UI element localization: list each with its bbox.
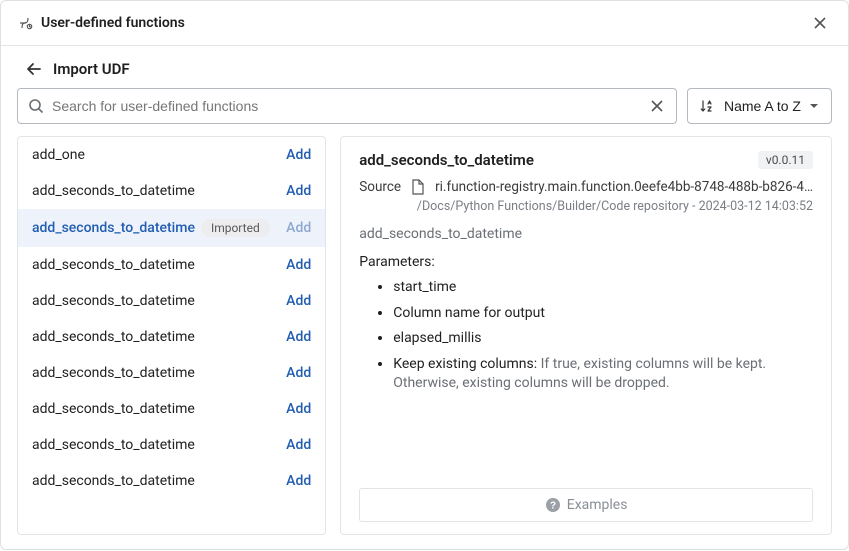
source-meta: /Docs/Python Functions/Builder/Code repo…: [359, 199, 813, 214]
dialog-header: User-defined functions: [1, 1, 848, 46]
subheader: Import UDF: [1, 46, 848, 88]
list-item-name: add_seconds_to_datetime: [32, 437, 195, 453]
add-button[interactable]: Add: [286, 437, 311, 453]
sort-alpha-icon: [700, 98, 716, 114]
dialog-title: User-defined functions: [41, 15, 185, 31]
add-button[interactable]: Add: [286, 293, 311, 309]
list-item[interactable]: add_one Add: [18, 137, 325, 173]
list-item-name: add_seconds_to_datetime: [32, 183, 195, 199]
list-item[interactable]: add_seconds_to_datetime Add: [18, 427, 325, 463]
examples-label: Examples: [567, 497, 628, 513]
file-icon: [411, 179, 425, 195]
param-item: start_time: [393, 278, 813, 298]
svg-text:?: ?: [550, 501, 556, 512]
list-item[interactable]: add_seconds_to_datetime Add: [18, 247, 325, 283]
detail-subname: add_seconds_to_datetime: [359, 226, 813, 242]
param-item: Keep existing columns: If true, existing…: [393, 355, 813, 394]
add-button[interactable]: Add: [286, 473, 311, 489]
list-item[interactable]: add_seconds_to_datetime Imported Add: [18, 209, 325, 247]
source-row: Source ri.function-registry.main.functio…: [359, 179, 813, 195]
list-item-name: add_seconds_to_datetime: [32, 257, 195, 273]
controls-row: Name A to Z: [1, 88, 848, 136]
back-arrow-icon[interactable]: [25, 60, 43, 78]
list-item[interactable]: add_seconds_to_datetime Add: [18, 355, 325, 391]
source-uri: ri.function-registry.main.function.0eefe…: [435, 179, 813, 195]
search-input[interactable]: [44, 98, 648, 114]
examples-button[interactable]: ? Examples: [359, 488, 813, 522]
list-item-name: add_seconds_to_datetime: [32, 473, 195, 489]
add-button[interactable]: Add: [286, 401, 311, 417]
subheader-title: Import UDF: [53, 60, 130, 78]
list-item-name: add_seconds_to_datetime: [32, 220, 195, 236]
add-button[interactable]: Add: [286, 329, 311, 345]
close-icon[interactable]: [808, 11, 832, 35]
params-title: Parameters:: [359, 254, 813, 270]
add-button[interactable]: Add: [286, 257, 311, 273]
detail-top: add_seconds_to_datetime v0.0.11: [359, 151, 813, 169]
version-badge: v0.0.11: [758, 151, 813, 169]
source-label: Source: [359, 179, 401, 195]
param-item: elapsed_millis: [393, 329, 813, 349]
search-field-wrap: [17, 88, 677, 124]
list-item-name: add_seconds_to_datetime: [32, 293, 195, 309]
list-item-name: add_seconds_to_datetime: [32, 401, 195, 417]
list-item[interactable]: add_seconds_to_datetime Add: [18, 173, 325, 209]
clear-search-icon[interactable]: [648, 97, 666, 115]
list-item[interactable]: add_seconds_to_datetime Add: [18, 391, 325, 427]
chevron-down-icon: [809, 101, 819, 111]
udf-list[interactable]: add_oneAddadd_seconds_to_datetimeAddadd_…: [17, 136, 326, 535]
add-button[interactable]: Add: [286, 365, 311, 381]
sort-label: Name A to Z: [724, 98, 801, 114]
list-item[interactable]: add_seconds_to_datetime Add: [18, 319, 325, 355]
list-item-name: add_one: [32, 147, 85, 163]
sort-dropdown[interactable]: Name A to Z: [687, 88, 832, 124]
list-item[interactable]: add_seconds_to_datetime Add: [18, 283, 325, 319]
add-button[interactable]: Add: [286, 183, 311, 199]
params-list: start_time Column name for output elapsed_…: [359, 278, 813, 400]
param-item: Column name for output: [393, 304, 813, 324]
list-item-name: add_seconds_to_datetime: [32, 329, 195, 345]
search-icon: [28, 98, 44, 114]
detail-panel: add_seconds_to_datetime v0.0.11 Source r…: [340, 136, 832, 535]
list-item-name: add_seconds_to_datetime: [32, 365, 195, 381]
add-button[interactable]: Add: [286, 147, 311, 163]
body: add_oneAddadd_seconds_to_datetimeAddadd_…: [1, 136, 848, 551]
detail-title: add_seconds_to_datetime: [359, 151, 534, 169]
list-item[interactable]: add_seconds_to_datetime Add: [18, 463, 325, 499]
help-icon: ?: [545, 497, 561, 513]
imported-badge: Imported: [201, 219, 270, 237]
function-icon: [17, 15, 33, 31]
add-button: Add: [286, 220, 311, 236]
header-left: User-defined functions: [17, 15, 185, 31]
